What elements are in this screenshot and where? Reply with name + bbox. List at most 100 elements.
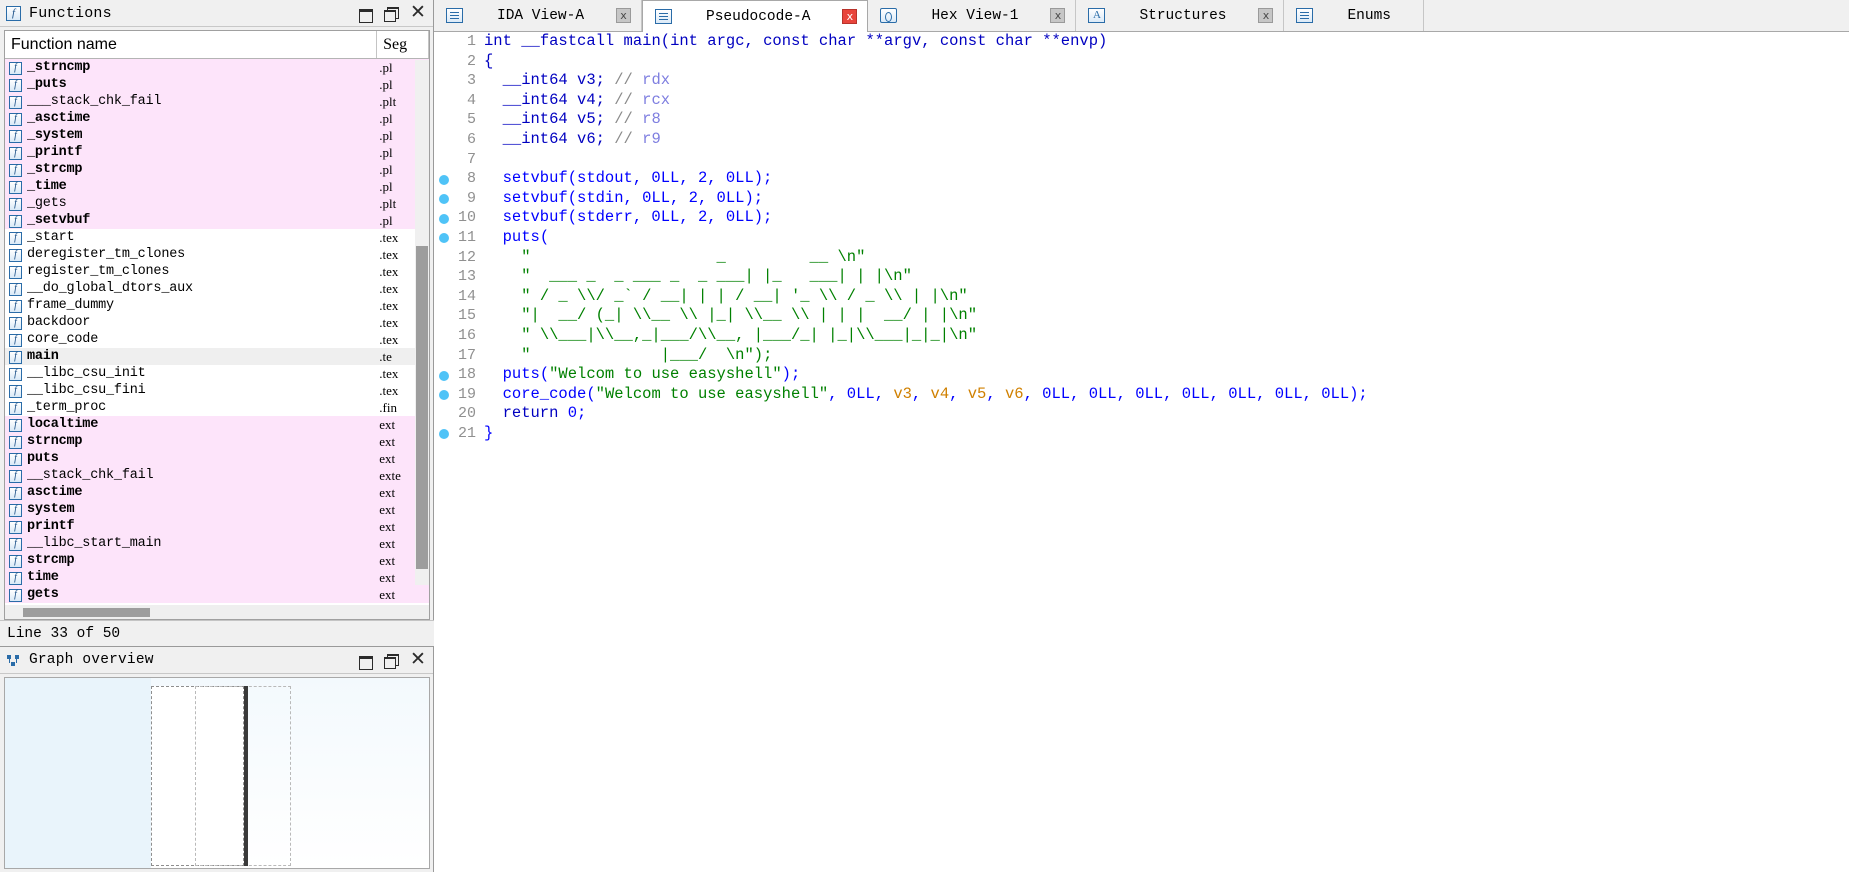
tab-pseudocode-a[interactable]: Pseudocode-A x — [642, 0, 869, 32]
column-header-segment[interactable]: Seg — [377, 31, 429, 58]
table-row[interactable]: f core_code .tex — [5, 331, 429, 348]
table-row[interactable]: f _strncmp .pl — [5, 59, 429, 76]
column-header-function-name[interactable]: Function name — [5, 31, 378, 58]
close-icon[interactable]: x — [1258, 8, 1274, 23]
table-row[interactable]: f _gets .plt — [5, 195, 429, 212]
function-icon: f — [9, 111, 22, 126]
table-row[interactable]: f ___stack_chk_fail .plt — [5, 93, 429, 110]
line-number: 2 — [466, 52, 476, 70]
code-line[interactable]: 21} — [434, 424, 1849, 444]
table-row[interactable]: f _printf .pl — [5, 144, 429, 161]
code-line[interactable]: 15 "| __/ (_| \\__ \\ |_| \\__ \\ | | | … — [434, 306, 1849, 326]
code-text: puts( — [484, 228, 1849, 248]
tab-hex-view-1[interactable]: Hex View-1 x — [868, 0, 1077, 31]
code-line[interactable]: 12 " _ __ \n" — [434, 248, 1849, 268]
tab-label: Enums — [1347, 7, 1391, 24]
code-line[interactable]: 3 __int64 v3; // rdx — [434, 71, 1849, 91]
tab-structures[interactable]: Structures x — [1076, 0, 1285, 31]
code-token: " — [484, 286, 531, 305]
function-icon: f — [9, 128, 22, 143]
table-row[interactable]: f register_tm_clones .tex — [5, 263, 429, 280]
table-row[interactable]: f backdoor .tex — [5, 314, 429, 331]
code-line[interactable]: 6 __int64 v6; // r9 — [434, 130, 1849, 150]
table-row[interactable]: f system ext — [5, 501, 429, 518]
function-name-cell: _puts — [27, 77, 67, 92]
code-token: / _ \\/ _` / __| | | / __| '_ \\ / _ \\ … — [530, 286, 940, 305]
table-row[interactable]: f time ext — [5, 569, 429, 586]
close-icon[interactable]: x — [842, 9, 858, 24]
table-row[interactable]: f _setvbuf .pl — [5, 212, 429, 229]
function-name-cell: _strncmp — [27, 60, 91, 75]
graph-overview-canvas[interactable] — [4, 677, 430, 869]
code-line[interactable]: 18 puts("Welcom to use easyshell"); — [434, 365, 1849, 385]
structure-icon — [1088, 8, 1106, 23]
pseudocode-view[interactable]: 1 int __fastcall main(int argc, const cha… — [434, 32, 1849, 872]
restore-icon[interactable] — [358, 653, 373, 670]
code-line[interactable]: 13 " ___ _ _ ___ _ _ ___| |_ ___| | |\n" — [434, 267, 1849, 287]
table-row[interactable]: f strcmp ext — [5, 552, 429, 569]
code-line[interactable]: 10 setvbuf(stderr, 0LL, 2, 0LL); — [434, 208, 1849, 228]
tab-label: Pseudocode-A — [706, 8, 811, 25]
restore-icon[interactable] — [358, 6, 373, 23]
tab-ida-view-a[interactable]: IDA View-A x — [434, 0, 643, 31]
table-row[interactable]: f __libc_start_main ext — [5, 535, 429, 552]
table-row[interactable]: f asctime ext — [5, 484, 429, 501]
table-row[interactable]: f __libc_csu_fini .tex — [5, 382, 429, 399]
functions-vertical-scrollbar[interactable] — [415, 60, 429, 585]
code-text: int __fastcall main(int argc, const char… — [484, 32, 1849, 52]
close-icon[interactable]: x — [616, 8, 632, 23]
graph-window-buttons: ✕ — [358, 649, 429, 670]
tile-icon[interactable] — [384, 6, 399, 22]
code-token: int — [484, 32, 522, 50]
code-line[interactable]: 8 setvbuf(stdout, 0LL, 2, 0LL); — [434, 169, 1849, 189]
table-row[interactable]: f _puts .pl — [5, 76, 429, 93]
table-row[interactable]: f puts ext — [5, 450, 429, 467]
table-row[interactable]: f printf ext — [5, 518, 429, 535]
functions-list[interactable]: Function name Seg f _strncmp .pl f _puts .pl f… — [4, 30, 430, 612]
code-line[interactable]: 20 return 0; — [434, 404, 1849, 424]
code-line[interactable]: 2{ — [434, 52, 1849, 72]
code-token: ; — [595, 90, 615, 109]
code-token: **argv — [865, 32, 922, 50]
table-row[interactable]: f _time .pl — [5, 178, 429, 195]
tab-enums[interactable]: Enums — [1284, 0, 1424, 31]
line-number: 12 — [457, 248, 476, 266]
functions-hscroll-thumb[interactable] — [23, 608, 150, 617]
functions-vscroll-thumb[interactable] — [416, 246, 428, 569]
code-line[interactable]: 4 __int64 v4; // rcx — [434, 91, 1849, 111]
table-row[interactable]: f _asctime .pl — [5, 110, 429, 127]
code-line[interactable]: 1 int __fastcall main(int argc, const cha… — [434, 32, 1849, 52]
function-name-cell: __do_global_dtors_aux — [27, 281, 193, 296]
code-line[interactable]: 11 puts( — [434, 228, 1849, 248]
code-line[interactable]: 7 — [434, 150, 1849, 170]
code-line[interactable]: 14 " / _ \\/ _` / __| | | / __| '_ \\ / … — [434, 287, 1849, 307]
table-row[interactable]: f _strcmp .pl — [5, 161, 429, 178]
code-text: puts("Welcom to use easyshell"); — [484, 365, 1849, 385]
code-line[interactable]: 19 core_code("Welcom to use easyshell", … — [434, 385, 1849, 405]
table-row[interactable]: f _system .pl — [5, 127, 429, 144]
code-line[interactable]: 16 " \\___|\\__,_|___/\\__, |___/_| |_|\… — [434, 326, 1849, 346]
table-row[interactable]: f main .te — [5, 348, 429, 365]
code-line[interactable]: 9 setvbuf(stdin, 0LL, 2, 0LL); — [434, 189, 1849, 209]
table-row[interactable]: f __libc_csu_init .tex — [5, 365, 429, 382]
table-row[interactable]: f _start .tex — [5, 229, 429, 246]
code-line[interactable]: 5 __int64 v5; // r8 — [434, 110, 1849, 130]
close-icon[interactable]: x — [1050, 8, 1066, 23]
code-line[interactable]: 17 " |___/ \n"); — [434, 346, 1849, 366]
tile-icon[interactable] — [384, 653, 399, 669]
hexview-icon — [880, 8, 898, 23]
table-row[interactable]: f localtime ext — [5, 416, 429, 433]
line-number: 11 — [457, 228, 476, 246]
table-row[interactable]: f deregister_tm_clones .tex — [5, 246, 429, 263]
table-row[interactable]: f gets ext — [5, 586, 429, 603]
table-row[interactable]: f __stack_chk_fail exte — [5, 467, 429, 484]
table-row[interactable]: f _term_proc .fin — [5, 399, 429, 416]
functions-horizontal-scrollbar[interactable] — [4, 605, 430, 620]
table-row[interactable]: f __do_global_dtors_aux .tex — [5, 280, 429, 297]
table-row[interactable]: f strncmp ext — [5, 433, 429, 450]
close-icon[interactable]: ✕ — [410, 649, 426, 668]
close-icon[interactable]: ✕ — [410, 2, 426, 21]
code-token: | __/ (_| \\__ \\ |_| \\__ \\ | | | __/ … — [530, 306, 950, 325]
document-icon — [446, 8, 463, 23]
table-row[interactable]: f frame_dummy .tex — [5, 297, 429, 314]
